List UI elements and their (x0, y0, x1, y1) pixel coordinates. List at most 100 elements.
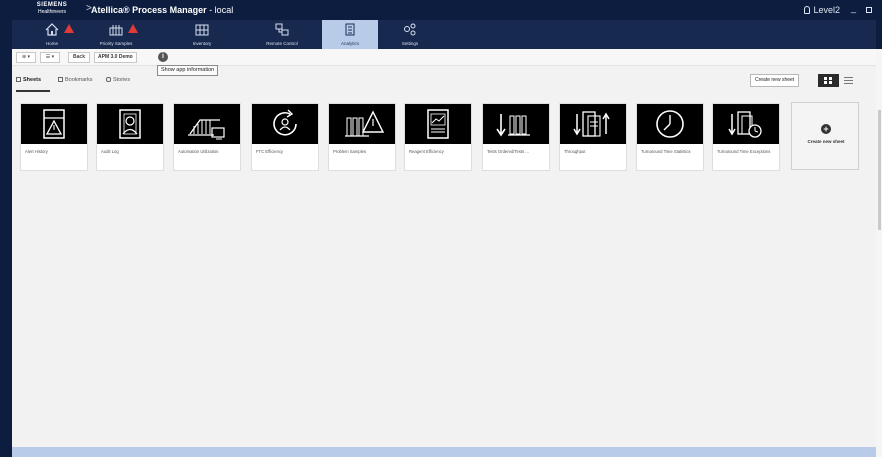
nav-item-inventory[interactable]: Inventory (180, 20, 224, 49)
warning-icon (64, 24, 74, 33)
alert-history-icon (43, 109, 65, 139)
info-icon[interactable]: i (158, 52, 168, 62)
brand-line2: Healthineers (37, 9, 67, 15)
tab-label: Stories (113, 77, 131, 83)
tab-stories[interactable]: Stories (106, 77, 130, 83)
tab-sheets[interactable]: Sheets (16, 77, 41, 83)
ftc-efficiency-icon (273, 109, 297, 136)
title-bar: SIEMENS Healthineers > Atellica® Process… (12, 0, 876, 20)
card-title: Alert History (25, 149, 48, 154)
thumbnail (713, 104, 779, 144)
active-tab-indicator (16, 90, 50, 92)
app-name-label: APM 3.0 Demo (94, 52, 137, 63)
tests-ordered-icon (496, 114, 530, 137)
bottom-bar (12, 447, 876, 457)
app-window: SIEMENS Healthineers > Atellica® Process… (0, 0, 882, 457)
sheet-card-automation-utilization[interactable]: Automation Utilization (173, 103, 241, 171)
card-title: FTC Efficiency (256, 149, 284, 154)
user-icon (804, 6, 811, 14)
nav-item-settings[interactable]: Settings (388, 20, 432, 49)
list-view-icon[interactable] (844, 76, 853, 84)
card-title: Reagent Efficiency (409, 149, 444, 154)
card-title: Tests Ordered/Tests ... (487, 149, 529, 154)
create-card-label: Create new sheet (807, 139, 845, 144)
nav-item-priority-samples[interactable]: Priority Samples (86, 20, 146, 49)
create-new-sheet-button[interactable]: Create new sheet (750, 74, 800, 87)
app-suffix: - local (206, 5, 234, 15)
thumbnail (483, 104, 549, 144)
automation-utilization-icon (188, 119, 225, 140)
create-new-sheet-card[interactable]: + Create new sheet (791, 102, 859, 170)
reagent-efficiency-icon (427, 109, 449, 139)
sheet-card-tat-statistics[interactable]: Turnaround Time Statistics (636, 103, 704, 171)
tab-label: Sheets (23, 77, 42, 83)
nav-label: Analytics (340, 41, 359, 46)
user-name: Level2 (813, 5, 840, 15)
maximize-button[interactable] (866, 7, 872, 13)
inventory-icon (195, 24, 209, 36)
thumbnail (174, 104, 240, 144)
thumbnail (405, 104, 471, 144)
nav-label: Inventory (192, 41, 212, 46)
app-info-tooltip: Show app information (157, 65, 219, 76)
bookmark-icon (58, 77, 63, 82)
sheet-card-problem-samples[interactable]: Problem Samples (328, 103, 396, 171)
nav-label: Remote Control (266, 41, 298, 46)
app-name: Atellica® Process Manager (91, 5, 207, 15)
warning-icon (128, 24, 138, 33)
minimize-button[interactable]: _ (851, 3, 856, 13)
card-title: Turnaround Time Exceptions (717, 149, 771, 154)
sheet-card-ftc-efficiency[interactable]: FTC Efficiency (251, 103, 319, 171)
back-button[interactable]: Back (68, 52, 90, 63)
sheet-card-tat-exceptions[interactable]: Turnaround Time Exceptions (712, 103, 780, 171)
sheet-tabs: Sheets Bookmarks Stories Create new shee… (12, 67, 876, 95)
sheet-card-throughput[interactable]: Throughput (559, 103, 627, 171)
scrollbar-thumb[interactable] (878, 110, 881, 230)
tab-label: Bookmarks (65, 77, 93, 83)
main-nav: Home Priority Samples Inventory Remote C… (12, 20, 876, 49)
throughput-icon (573, 111, 610, 137)
plus-icon: + (821, 124, 831, 134)
grid-view-button[interactable] (818, 74, 839, 87)
nav-item-remote-control[interactable]: Remote Control (252, 20, 312, 49)
analytics-content: ⊕ ▾ ☰ ▾ Back APM 3.0 Demo i Sheets Bookm… (12, 49, 876, 447)
thumbnail (637, 104, 703, 144)
remote-control-icon (275, 23, 289, 36)
priority-samples-icon (109, 25, 123, 36)
thumbnail (560, 104, 626, 144)
nav-label: Settings (401, 41, 419, 46)
nav-item-home[interactable]: Home (30, 20, 74, 49)
siemens-healthineers-logo: SIEMENS Healthineers > (20, 2, 92, 18)
problem-samples-icon (345, 110, 385, 137)
analytics-icon (345, 23, 355, 36)
settings-icon (404, 23, 416, 36)
sheet-card-audit-log[interactable]: Audit Log (96, 103, 164, 171)
thumbnail (252, 104, 318, 144)
brand-line1: SIEMENS (36, 2, 68, 8)
card-title: Throughput (564, 149, 586, 154)
sheet-card-alert-history[interactable]: Alert History (20, 103, 88, 171)
tat-statistics-icon (656, 110, 684, 138)
app-title: Atellica® Process Manager - local (91, 5, 233, 15)
home-icon (45, 23, 59, 36)
thumbnail (97, 104, 163, 144)
stories-icon (106, 77, 111, 82)
card-title: Automation Utilization (178, 149, 219, 154)
thumbnail (329, 104, 395, 144)
sheet-card-reagent-efficiency[interactable]: Reagent Efficiency (404, 103, 472, 171)
card-title: Audit Log (101, 149, 119, 154)
card-title: Turnaround Time Statistics (641, 149, 691, 154)
nav-label: Priority Samples (99, 41, 133, 46)
thumbnail (21, 104, 87, 144)
sheet-menu-button[interactable]: ☰ ▾ (40, 52, 60, 63)
card-title: Problem Samples (333, 149, 367, 154)
nav-item-analytics[interactable]: Analytics (322, 20, 378, 49)
tat-exceptions-icon (728, 111, 762, 138)
nav-label: Home (45, 41, 58, 46)
audit-log-icon (119, 109, 141, 139)
user-menu[interactable]: Level2 (804, 5, 840, 15)
sheet-card-tests-ordered[interactable]: Tests Ordered/Tests ... (482, 103, 550, 171)
global-menu-button[interactable]: ⊕ ▾ (16, 52, 36, 63)
tab-bookmarks[interactable]: Bookmarks (58, 77, 93, 83)
sheet-toolbar: ⊕ ▾ ☰ ▾ Back APM 3.0 Demo i (12, 49, 876, 66)
